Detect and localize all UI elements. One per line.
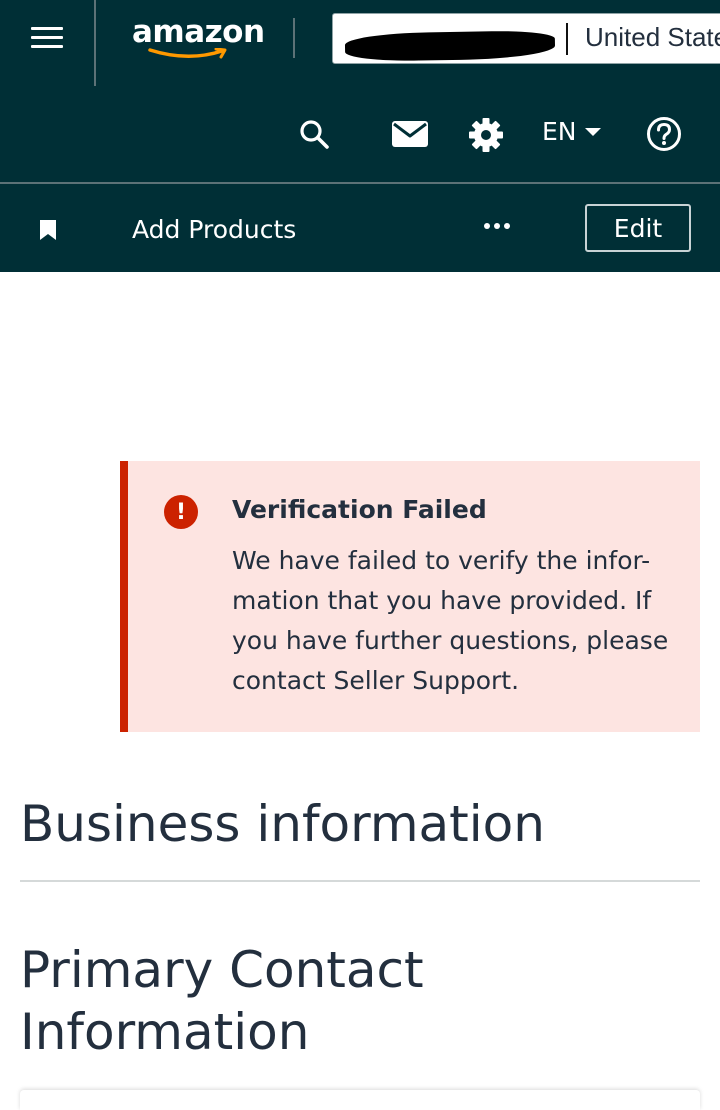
mail-icon[interactable] [391, 119, 429, 149]
header-divider [293, 18, 295, 58]
search-icon[interactable] [296, 116, 332, 152]
header-divider [94, 0, 96, 86]
redaction-mark [344, 30, 556, 62]
alert-title: Verification Failed [232, 495, 487, 524]
more-options-icon[interactable] [484, 223, 510, 229]
menu-icon[interactable] [31, 27, 63, 49]
top-header: amazon United States [0, 0, 720, 272]
help-icon[interactable] [646, 116, 682, 152]
header-separator [0, 182, 720, 184]
edit-button[interactable]: Edit [585, 204, 691, 252]
alert-message: We have failed to verify the infor-matio… [232, 546, 669, 695]
error-icon: ! [164, 495, 198, 529]
store-selector[interactable]: United States [332, 13, 720, 64]
amazon-logo[interactable]: amazon [128, 14, 268, 64]
logo-smile-icon [148, 48, 227, 59]
bookmark-add-products[interactable]: Add Products [132, 215, 296, 244]
logo-text: amazon [132, 14, 265, 50]
verification-alert: ! Verification Failed We have failed to … [120, 461, 700, 732]
section-divider [20, 880, 700, 882]
caret-down-icon [584, 127, 601, 136]
store-name-redacted [341, 22, 556, 62]
store-country: United States [585, 22, 720, 52]
gear-icon[interactable] [467, 116, 505, 154]
store-separator [566, 23, 568, 55]
language-label: EN [542, 117, 577, 146]
bookmark-icon[interactable] [39, 219, 57, 245]
primary-contact-heading: Primary Contact Information [20, 941, 424, 1061]
language-selector[interactable]: EN [542, 117, 601, 146]
business-information-heading: Business information [20, 795, 545, 853]
contact-card [20, 1090, 700, 1110]
